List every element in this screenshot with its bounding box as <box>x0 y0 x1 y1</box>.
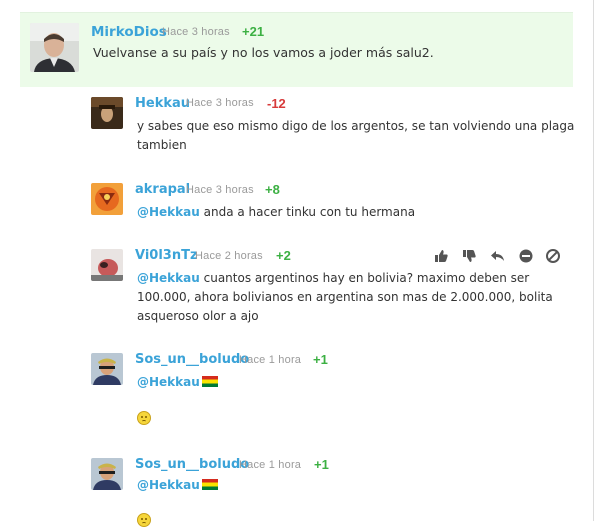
mention-link[interactable]: @Hekkau <box>137 478 200 492</box>
comment-timestamp: Hace 3 horas <box>186 184 254 196</box>
comment-score: -12 <box>267 96 286 111</box>
thumbs-down-icon[interactable] <box>461 248 477 264</box>
bolivia-flag-icon <box>201 479 218 490</box>
comment-author[interactable]: Vi0l3nTz <box>135 248 198 263</box>
comment-text-line: 100.000, ahora bolivianos en argentina s… <box>137 290 553 304</box>
comment-text-body: cuantos argentinos hay en bolivia? maxim… <box>199 271 530 285</box>
mention-link[interactable]: @Hekkau <box>137 271 200 285</box>
comment-text: @Hekkau <box>137 476 218 496</box>
comment-author[interactable]: Sos_un__boludo <box>135 457 249 472</box>
comment-timestamp: Hace 1 hora <box>239 354 302 366</box>
comment-author[interactable]: Hekkau <box>135 96 190 111</box>
comment-timestamp: Hace 2 horas <box>195 250 263 262</box>
comment-author[interactable]: Sos_un__boludo <box>135 352 249 367</box>
avatar[interactable] <box>91 183 123 215</box>
avatar[interactable] <box>30 23 79 72</box>
avatar[interactable] <box>91 353 123 385</box>
comment-timestamp: Hace 3 horas <box>162 26 230 38</box>
page-edge-divider <box>593 0 594 521</box>
comment-text-line: tambien <box>137 138 187 152</box>
ban-icon[interactable] <box>545 248 561 264</box>
comment-text-line: @Hekkau cuantos argentinos hay en bolivi… <box>137 269 529 289</box>
comment-text: Vuelvanse a su país y no los vamos a jod… <box>93 45 434 60</box>
comment-text: @Hekkau anda a hacer tinku con tu herman… <box>137 203 415 223</box>
mention-link[interactable]: @Hekkau <box>137 205 200 219</box>
mention-link[interactable]: @Hekkau <box>137 375 200 389</box>
comment-score: +2 <box>276 248 291 263</box>
reply-icon[interactable] <box>490 248 506 264</box>
comment-score: +1 <box>313 352 328 367</box>
comment-score: +21 <box>242 24 265 39</box>
comment-highlighted: MirkoDios Hace 3 horas +21 Vuelvanse a s… <box>20 12 573 87</box>
comment-author[interactable]: akrapal <box>135 182 190 197</box>
comment-text-line: y sabes que eso mismo digo de los argent… <box>137 119 575 133</box>
thumbs-up-icon[interactable] <box>433 248 449 264</box>
comment-timestamp: Hace 3 horas <box>186 97 254 109</box>
worried-face-emoji-icon <box>137 513 151 527</box>
comment-text: @Hekkau <box>137 373 218 393</box>
avatar[interactable] <box>91 458 123 490</box>
comment-score: +8 <box>265 182 280 197</box>
minus-circle-icon[interactable] <box>518 248 534 264</box>
comment-author[interactable]: MirkoDios <box>91 24 167 40</box>
worried-face-emoji-icon <box>137 411 151 425</box>
comment-text-line: asqueroso olor a ajo <box>137 309 259 323</box>
comment-score: +1 <box>314 457 329 472</box>
avatar[interactable] <box>91 249 123 281</box>
bolivia-flag-icon <box>201 376 218 387</box>
comment-timestamp: Hace 1 hora <box>239 459 302 471</box>
avatar[interactable] <box>91 97 123 129</box>
comment-text-body: anda a hacer tinku con tu hermana <box>199 205 416 219</box>
